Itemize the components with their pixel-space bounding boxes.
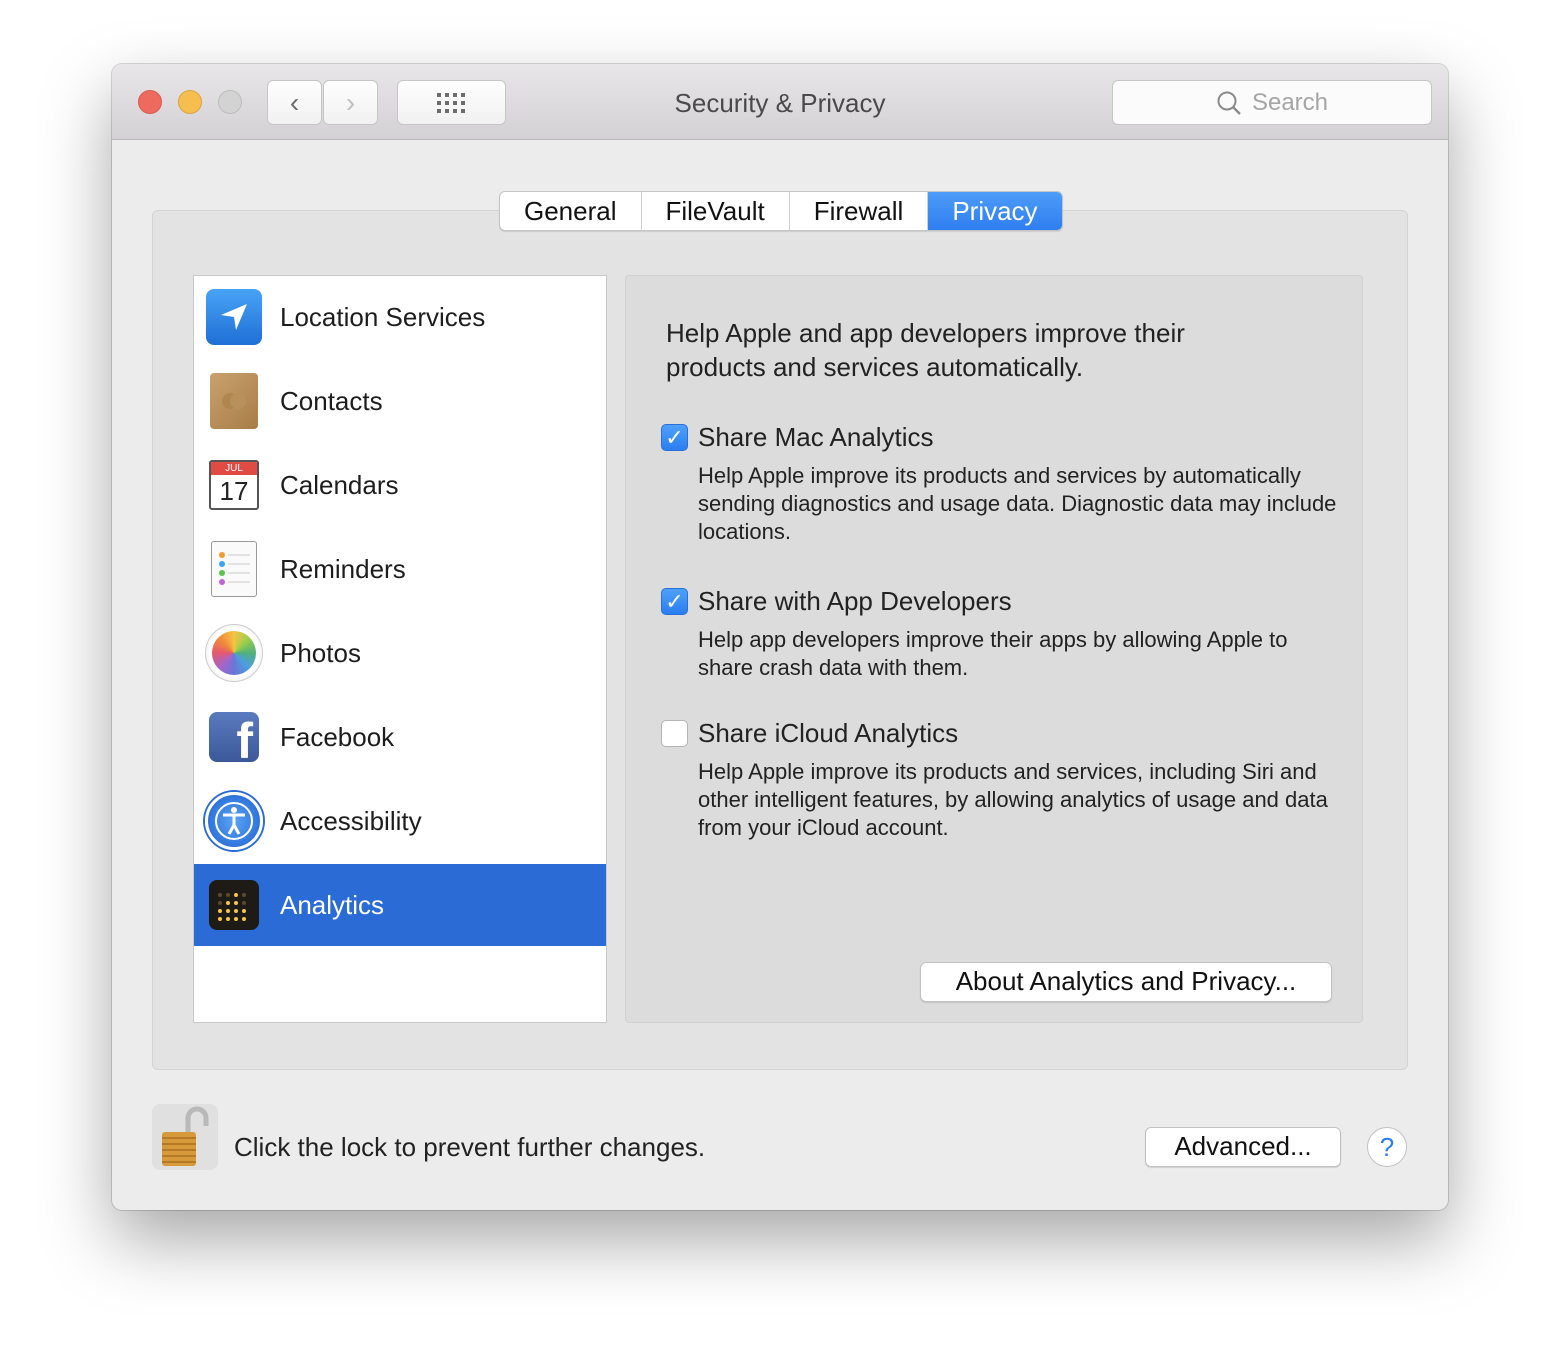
tab-bar: General FileVault Firewall Privacy xyxy=(499,191,1063,231)
analytics-panel: Help Apple and app developers improve th… xyxy=(625,275,1363,1023)
sidebar-item-label: Photos xyxy=(280,637,361,668)
share-with-app-developers-checkbox[interactable]: ✓ xyxy=(661,588,688,615)
location-arrow-icon xyxy=(206,289,262,345)
search-input[interactable]: Search xyxy=(1112,80,1432,125)
calendar-icon: JUL 17 xyxy=(209,460,259,510)
option-description: Help Apple improve its products and serv… xyxy=(698,463,1337,544)
analytics-icon xyxy=(209,880,259,930)
sidebar-item-label: Analytics xyxy=(280,889,385,920)
sidebar-item-label: Facebook xyxy=(280,721,395,752)
lock-button[interactable] xyxy=(152,1104,218,1170)
search-icon xyxy=(1217,91,1241,115)
panel-intro: Help Apple and app developers improve th… xyxy=(666,318,1185,382)
photos-flower-icon xyxy=(205,624,263,682)
unlocked-padlock-icon xyxy=(162,1106,209,1166)
option-label[interactable]: Share Mac Analytics xyxy=(698,422,934,453)
sidebar-item-label: Contacts xyxy=(280,385,383,416)
calendar-month: JUL xyxy=(211,462,257,475)
facebook-icon: f xyxy=(209,712,259,762)
sidebar-item-label: Location Services xyxy=(280,301,486,332)
option-label[interactable]: Share iCloud Analytics xyxy=(698,718,958,749)
contacts-book-icon xyxy=(210,373,258,429)
about-analytics-button[interactable]: About Analytics and Privacy... xyxy=(920,962,1332,1002)
option-description: Help app developers improve their apps b… xyxy=(698,627,1288,680)
lock-status-text: Click the lock to prevent further change… xyxy=(234,1132,706,1162)
sidebar-item-facebook[interactable]: f Facebook xyxy=(194,696,606,778)
security-privacy-window: ‹ › Security & Privacy Search General Fi… xyxy=(112,64,1448,1210)
option-description: Help Apple improve its products and serv… xyxy=(698,759,1328,840)
sidebar-item-photos[interactable]: Photos xyxy=(194,612,606,694)
tab-filevault[interactable]: FileVault xyxy=(642,192,790,230)
search-placeholder: Search xyxy=(1251,88,1329,116)
sidebar-item-analytics[interactable]: Analytics xyxy=(194,864,606,946)
sidebar-item-location-services[interactable]: Location Services xyxy=(194,276,606,358)
tab-firewall[interactable]: Firewall xyxy=(790,192,929,230)
advanced-button[interactable]: Advanced... xyxy=(1145,1127,1341,1167)
sidebar-item-label: Reminders xyxy=(280,553,406,584)
sidebar-item-reminders[interactable]: Reminders xyxy=(194,528,606,610)
help-button[interactable]: ? xyxy=(1367,1127,1407,1167)
sidebar-item-label: Accessibility xyxy=(280,805,422,836)
reminders-list-icon xyxy=(211,541,257,597)
sidebar-item-contacts[interactable]: Contacts xyxy=(194,360,606,442)
option-label[interactable]: Share with App Developers xyxy=(698,586,1012,617)
accessibility-icon xyxy=(205,792,263,850)
calendar-day: 17 xyxy=(219,476,249,506)
share-mac-analytics-checkbox[interactable]: ✓ xyxy=(661,424,688,451)
sidebar-item-accessibility[interactable]: Accessibility xyxy=(194,780,606,862)
title-bar: ‹ › Security & Privacy Search xyxy=(112,64,1448,140)
sidebar-item-calendars[interactable]: JUL 17 Calendars xyxy=(194,444,606,526)
share-icloud-analytics-checkbox[interactable] xyxy=(661,720,688,747)
tab-general[interactable]: General xyxy=(500,192,642,230)
privacy-category-list: Location Services Contacts JUL 17 Calend… xyxy=(193,275,607,1023)
tab-privacy[interactable]: Privacy xyxy=(928,192,1062,230)
sidebar-item-label: Calendars xyxy=(280,469,399,500)
